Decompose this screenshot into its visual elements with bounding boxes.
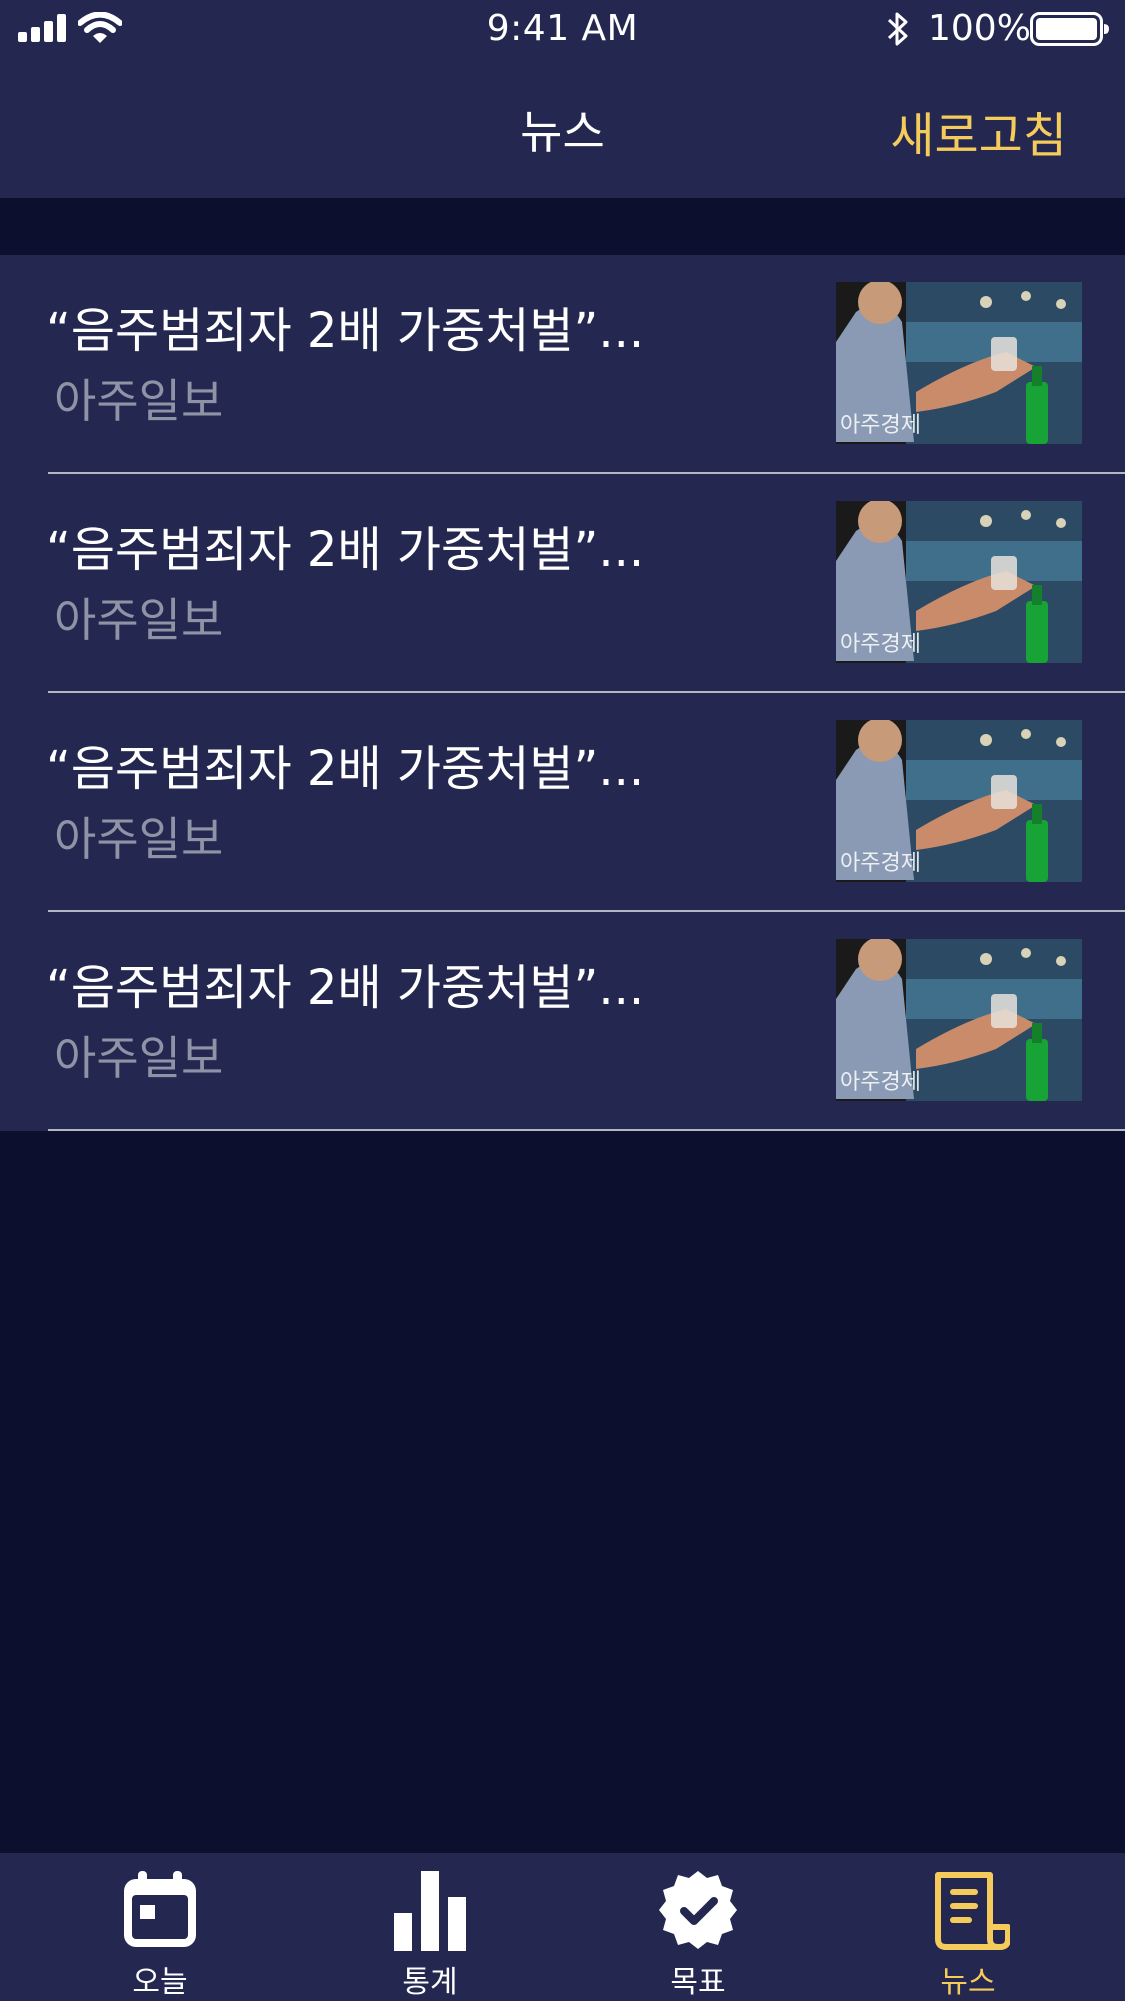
status-bar: 9:41 AM 100% bbox=[0, 0, 1125, 60]
news-thumbnail-image: 아주경제 bbox=[836, 939, 1082, 1101]
battery-icon bbox=[1030, 12, 1109, 46]
tab-news[interactable]: 뉴스 bbox=[878, 1853, 1058, 2001]
news-title: “음주범죄자 2배 가중처벌”... bbox=[46, 741, 645, 797]
tab-goals[interactable]: 목표 bbox=[608, 1853, 788, 2001]
tab-label: 통계 bbox=[402, 1965, 458, 2000]
news-title: “음주범죄자 2배 가중처벌”... bbox=[46, 303, 645, 359]
news-thumbnail-image: 아주경제 bbox=[836, 501, 1082, 663]
refresh-button[interactable]: 새로고침 bbox=[890, 96, 1067, 166]
tab-today[interactable]: 오늘 bbox=[70, 1853, 250, 2001]
header: 9:41 AM 100% 뉴스 새로고침 bbox=[0, 0, 1125, 198]
news-thumbnail-watermark: 아주경제 bbox=[840, 851, 921, 876]
news-source: 아주일보 bbox=[54, 1031, 224, 1085]
news-item[interactable]: “음주범죄자 2배 가중처벌”... 아주일보 아주경제 bbox=[0, 255, 1125, 474]
news-list: “음주범죄자 2배 가중처벌”... 아주일보 아주경제 “음주범죄자 2배 가… bbox=[0, 255, 1125, 1131]
news-source: 아주일보 bbox=[54, 812, 224, 866]
tab-bar: 오늘 통계 목표 뉴스 bbox=[0, 1853, 1125, 2001]
battery-percent: 100% bbox=[928, 8, 1031, 49]
news-thumbnail: 아주경제 bbox=[836, 282, 1082, 444]
tab-label: 오늘 bbox=[132, 1965, 188, 2000]
tab-label: 뉴스 bbox=[940, 1965, 996, 2000]
news-source: 아주일보 bbox=[54, 374, 224, 428]
bluetooth-icon bbox=[887, 12, 908, 46]
news-title: “음주범죄자 2배 가중처벌”... bbox=[46, 522, 645, 578]
news-thumbnail-watermark: 아주경제 bbox=[840, 413, 921, 438]
check-badge-icon bbox=[659, 1871, 737, 1949]
news-title: “음주범죄자 2배 가중처벌”... bbox=[46, 960, 645, 1016]
news-item[interactable]: “음주범죄자 2배 가중처벌”... 아주일보 아주경제 bbox=[0, 474, 1125, 693]
news-thumbnail-image: 아주경제 bbox=[836, 720, 1082, 882]
news-thumbnail: 아주경제 bbox=[836, 720, 1082, 882]
news-item[interactable]: “음주범죄자 2배 가중처벌”... 아주일보 아주경제 bbox=[0, 912, 1125, 1131]
news-source: 아주일보 bbox=[54, 593, 224, 647]
newspaper-icon bbox=[935, 1872, 1010, 1950]
news-screen: 9:41 AM 100% 뉴스 새로고침 “음주범죄자 2배 가중처벌”... … bbox=[0, 0, 1125, 2001]
news-thumbnail: 아주경제 bbox=[836, 501, 1082, 663]
divider bbox=[48, 1129, 1125, 1131]
news-thumbnail-watermark: 아주경제 bbox=[840, 632, 921, 657]
news-item[interactable]: “음주범죄자 2배 가중처벌”... 아주일보 아주경제 bbox=[0, 693, 1125, 912]
bar-chart-icon bbox=[394, 1871, 466, 1951]
news-thumbnail: 아주경제 bbox=[836, 939, 1082, 1101]
news-thumbnail-image: 아주경제 bbox=[836, 282, 1082, 444]
tab-stats[interactable]: 통계 bbox=[340, 1853, 520, 2001]
tab-label: 목표 bbox=[670, 1965, 726, 2000]
calendar-icon bbox=[124, 1871, 196, 1947]
news-thumbnail-watermark: 아주경제 bbox=[840, 1070, 921, 1095]
